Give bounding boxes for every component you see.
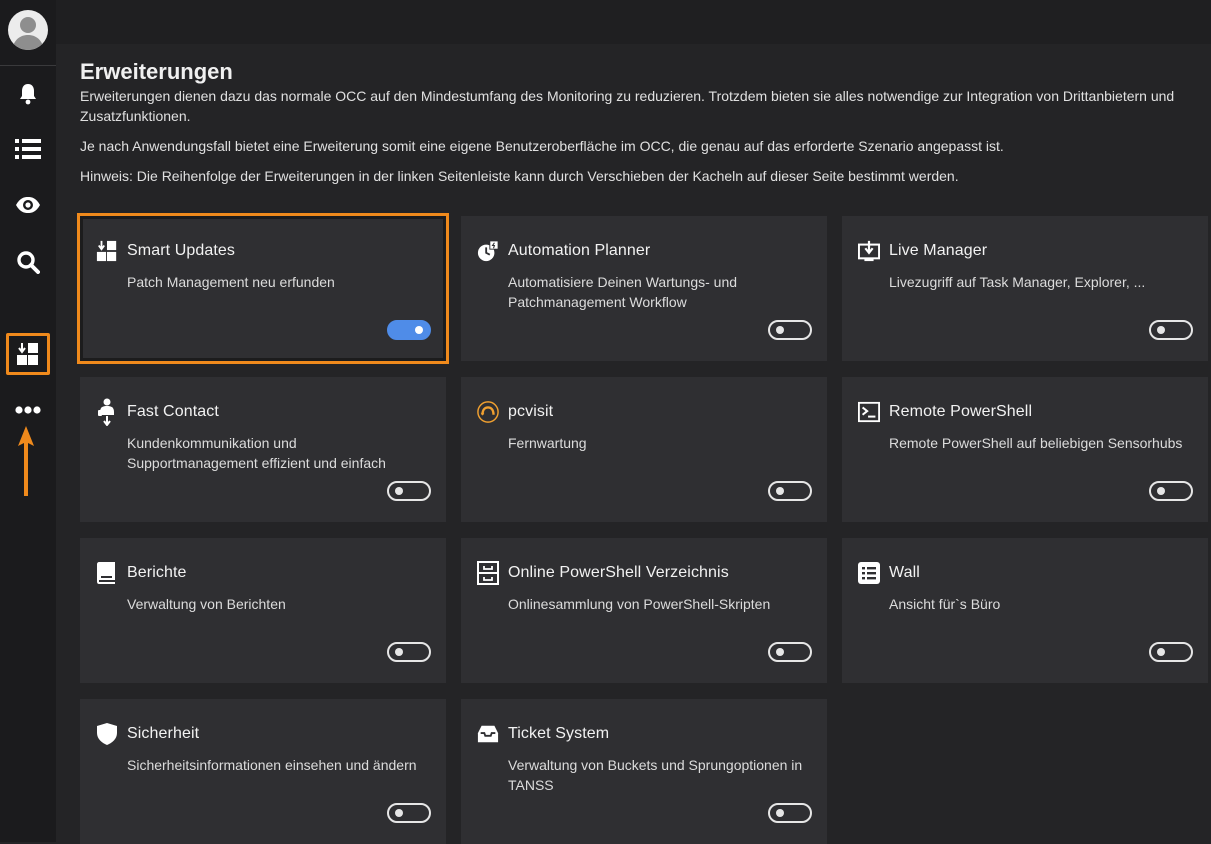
tile-title: Online PowerShell Verzeichnis <box>508 564 729 581</box>
tile-ticket-system[interactable]: Ticket System Verwaltung von Buckets und… <box>461 699 827 844</box>
toggle-knob <box>776 648 784 656</box>
tile-title: pcvisit <box>508 403 554 420</box>
extensions-grid: Smart Updates Patch Management neu erfun… <box>77 213 1208 844</box>
enable-toggle[interactable] <box>1149 642 1193 662</box>
enable-toggle[interactable] <box>768 803 812 823</box>
smart-updates-icon <box>17 343 38 365</box>
tile-description: Ansicht für`s Büro <box>889 596 1001 612</box>
tile-title: Fast Contact <box>127 403 219 420</box>
page-hint: Hinweis: Die Reihenfolge der Erweiterung… <box>80 168 959 184</box>
enable-toggle[interactable] <box>387 320 431 340</box>
enable-toggle[interactable] <box>768 320 812 340</box>
enable-toggle[interactable] <box>768 642 812 662</box>
search-button[interactable] <box>8 242 48 282</box>
search-icon <box>17 251 40 274</box>
tile-description: Onlinesammlung von PowerShell-Skripten <box>508 596 771 612</box>
report-book-icon <box>96 562 118 584</box>
page-description-scenario: Je nach Anwendungsfall bietet eine Erwei… <box>80 138 1004 154</box>
bell-icon <box>20 84 36 105</box>
tile-description: Verwaltung von Buckets und Sprungoptione… <box>508 757 803 793</box>
list-button[interactable] <box>8 129 48 169</box>
toggle-knob <box>395 648 403 656</box>
notifications-button[interactable] <box>8 74 48 114</box>
sidebar <box>0 0 56 842</box>
tile-description: Remote PowerShell auf beliebigen Sensorh… <box>889 435 1183 451</box>
fast-contact-icon <box>96 398 118 426</box>
tile-title: Ticket System <box>508 725 610 742</box>
list-icon <box>15 139 41 159</box>
tile-online-powershell-verzeichnis[interactable]: Online PowerShell Verzeichnis Onlinesamm… <box>461 538 827 683</box>
live-manager-icon <box>858 240 880 262</box>
automation-planner-icon <box>477 240 499 262</box>
tile-description: Livezugriff auf Task Manager, Explorer, … <box>889 274 1146 290</box>
terminal-icon <box>858 401 880 423</box>
page-header: Erweiterungen Erweiterungen dienen dazu … <box>80 58 1190 186</box>
tile-fast-contact[interactable]: Fast Contact Kundenkommunikation und Sup… <box>80 377 446 522</box>
enable-toggle[interactable] <box>387 481 431 501</box>
toggle-knob <box>776 326 784 334</box>
enable-toggle[interactable] <box>387 642 431 662</box>
toggle-knob <box>1157 487 1165 495</box>
tile-title: Sicherheit <box>127 725 200 742</box>
tile-title: Remote PowerShell <box>889 403 1033 420</box>
enable-toggle[interactable] <box>387 803 431 823</box>
enable-toggle[interactable] <box>1149 320 1193 340</box>
monitoring-button[interactable] <box>8 185 48 225</box>
tile-remote-powershell[interactable]: Remote PowerShell Remote PowerShell auf … <box>842 377 1208 522</box>
toggle-knob <box>776 809 784 817</box>
tile-title: Live Manager <box>889 242 988 259</box>
tile-description: Fernwartung <box>508 435 587 451</box>
enable-toggle[interactable] <box>768 481 812 501</box>
tile-title: Automation Planner <box>508 242 651 259</box>
toggle-knob <box>776 487 784 495</box>
tile-title: Smart Updates <box>127 242 236 259</box>
avatar[interactable] <box>8 10 48 50</box>
tile-sicherheit[interactable]: Sicherheit Sicherheitsinformationen eins… <box>80 699 446 844</box>
toggle-knob <box>1157 326 1165 334</box>
pcvisit-icon <box>477 401 499 423</box>
page-title: Erweiterungen <box>80 59 233 84</box>
tile-description: Kundenkommunikation und Supportmanagemen… <box>127 435 386 471</box>
smart-updates-nav-button[interactable] <box>6 333 50 375</box>
more-icon <box>15 406 41 414</box>
tile-description: Verwaltung von Berichten <box>127 596 286 612</box>
tile-wall[interactable]: Wall Ansicht für`s Büro <box>842 538 1208 683</box>
tile-automation-planner[interactable]: Automation Planner Automatisiere Deinen … <box>461 216 827 361</box>
tile-pcvisit[interactable]: pcvisit Fernwartung <box>461 377 827 522</box>
inbox-tray-icon <box>477 723 499 745</box>
file-cabinet-icon <box>477 561 499 585</box>
smart-updates-icon <box>96 240 118 262</box>
tile-description: Sicherheitsinformationen einsehen und än… <box>127 757 417 773</box>
tile-title: Wall <box>889 564 920 581</box>
arrow-up-icon <box>18 426 34 496</box>
tile-title: Berichte <box>127 564 187 581</box>
list-box-icon <box>858 562 880 584</box>
toggle-knob <box>415 326 423 334</box>
tile-live-manager[interactable]: Live Manager Livezugriff auf Task Manage… <box>842 216 1208 361</box>
tile-description: Automatisiere Deinen Wartungs- und Patch… <box>508 274 738 310</box>
toggle-knob <box>395 809 403 817</box>
tile-description: Patch Management neu erfunden <box>127 274 335 290</box>
toggle-knob <box>395 487 403 495</box>
enable-toggle[interactable] <box>1149 481 1193 501</box>
shield-icon <box>96 723 118 745</box>
eye-icon <box>16 197 40 213</box>
tile-berichte[interactable]: Berichte Verwaltung von Berichten <box>80 538 446 683</box>
toggle-knob <box>1157 648 1165 656</box>
sidebar-divider <box>0 65 56 66</box>
top-bar <box>56 0 1211 44</box>
tile-smart-updates[interactable]: Smart Updates Patch Management neu erfun… <box>77 213 449 364</box>
page-description: Erweiterungen dienen dazu das normale OC… <box>80 88 1175 124</box>
user-icon <box>12 17 44 50</box>
